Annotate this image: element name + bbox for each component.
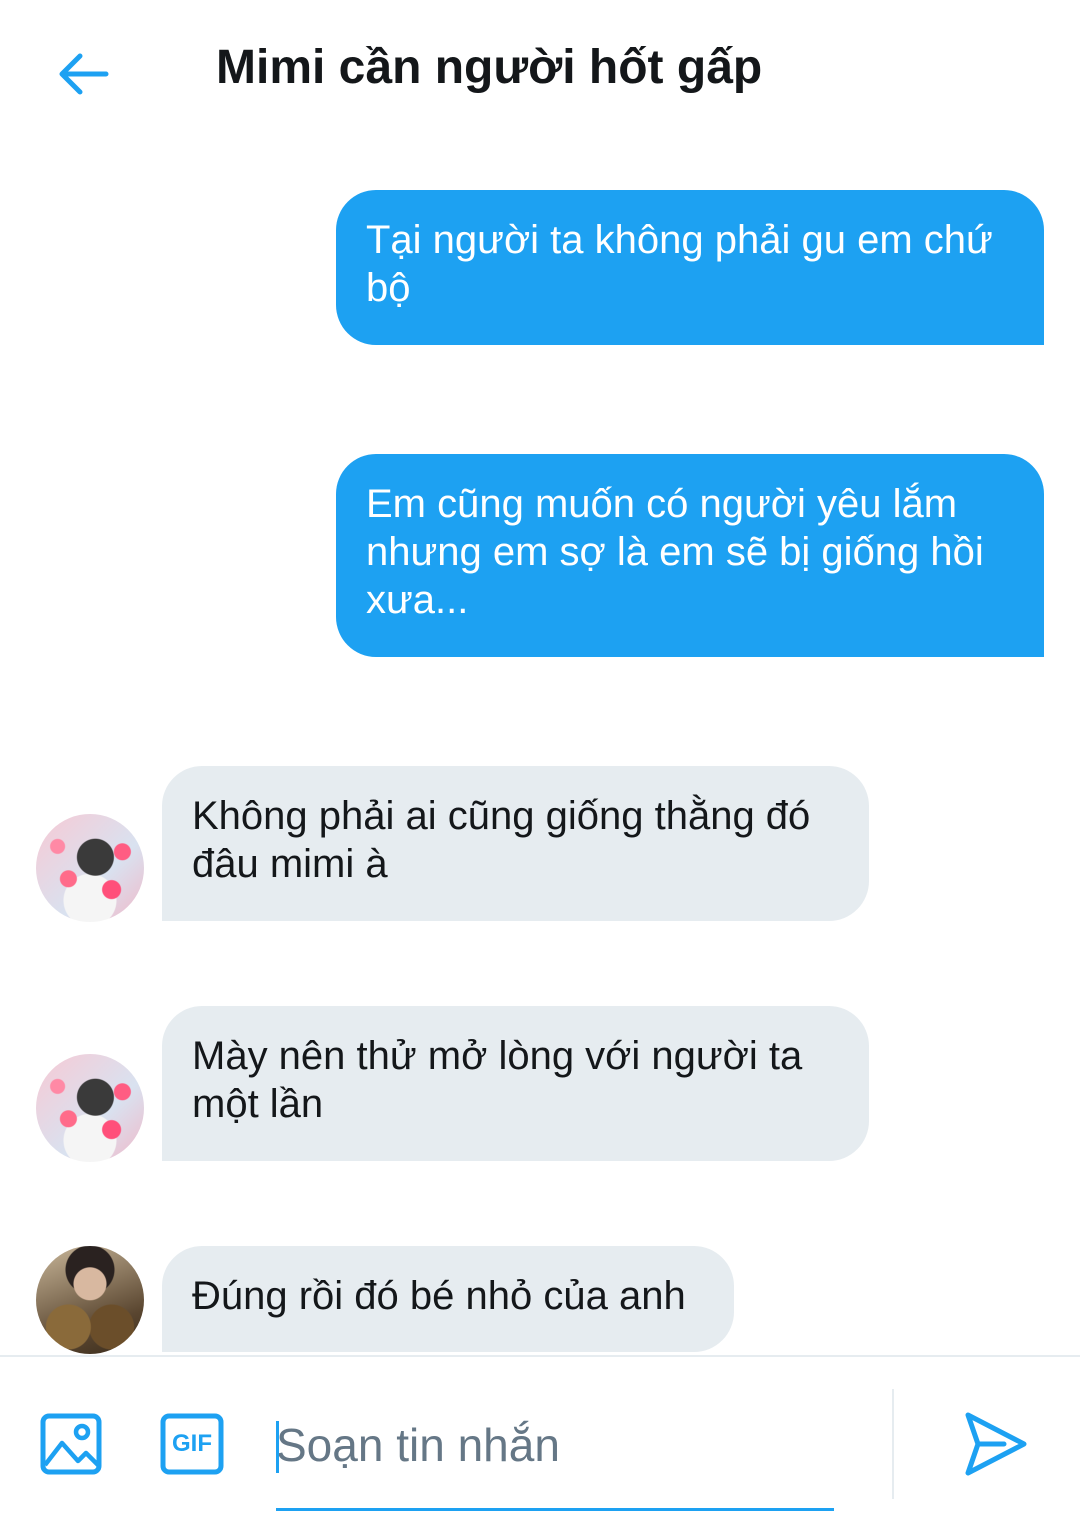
arrow-left-icon bbox=[59, 53, 109, 95]
avatar[interactable] bbox=[36, 1246, 144, 1354]
conversation-header: Mimi cần người hốt gấp bbox=[0, 0, 1080, 150]
add-gif-button[interactable]: GIF bbox=[160, 1413, 224, 1475]
message-composer: GIF bbox=[0, 1355, 1080, 1517]
message-bubble-incoming[interactable]: Mày nên thử mở lòng với người ta một lần bbox=[162, 1006, 869, 1161]
message-text: Không phải ai cũng giống thằng đó đâu mi… bbox=[192, 794, 811, 886]
message-text: Mày nên thử mở lòng với người ta một lần bbox=[192, 1034, 803, 1126]
divider bbox=[892, 1389, 894, 1499]
add-photo-button[interactable] bbox=[40, 1413, 102, 1475]
message-bubble-outgoing[interactable]: Tại người ta không phải gu em chứ bộ bbox=[336, 190, 1044, 345]
avatar[interactable] bbox=[36, 1054, 144, 1162]
image-icon bbox=[40, 1413, 102, 1475]
message-text: Em cũng muốn có người yêu lắm nhưng em s… bbox=[366, 482, 984, 622]
message-input[interactable] bbox=[276, 1407, 834, 1483]
conversation-title: Mimi cần người hốt gấp bbox=[216, 41, 763, 94]
message-text: Đúng rồi đó bé nhỏ của anh bbox=[192, 1274, 686, 1318]
send-button[interactable] bbox=[960, 1409, 1030, 1479]
message-bubble-incoming[interactable]: Đúng rồi đó bé nhỏ của anh bbox=[162, 1246, 734, 1352]
text-cursor bbox=[276, 1421, 279, 1473]
avatar[interactable] bbox=[36, 814, 144, 922]
back-button[interactable] bbox=[48, 42, 118, 106]
message-bubble-outgoing[interactable]: Em cũng muốn có người yêu lắm nhưng em s… bbox=[336, 454, 1044, 657]
gif-label: GIF bbox=[172, 1430, 212, 1457]
message-bubble-incoming[interactable]: Không phải ai cũng giống thằng đó đâu mi… bbox=[162, 766, 869, 921]
message-text: Tại người ta không phải gu em chứ bộ bbox=[366, 218, 993, 310]
message-input-wrapper bbox=[276, 1407, 834, 1511]
send-icon bbox=[965, 1412, 1027, 1476]
